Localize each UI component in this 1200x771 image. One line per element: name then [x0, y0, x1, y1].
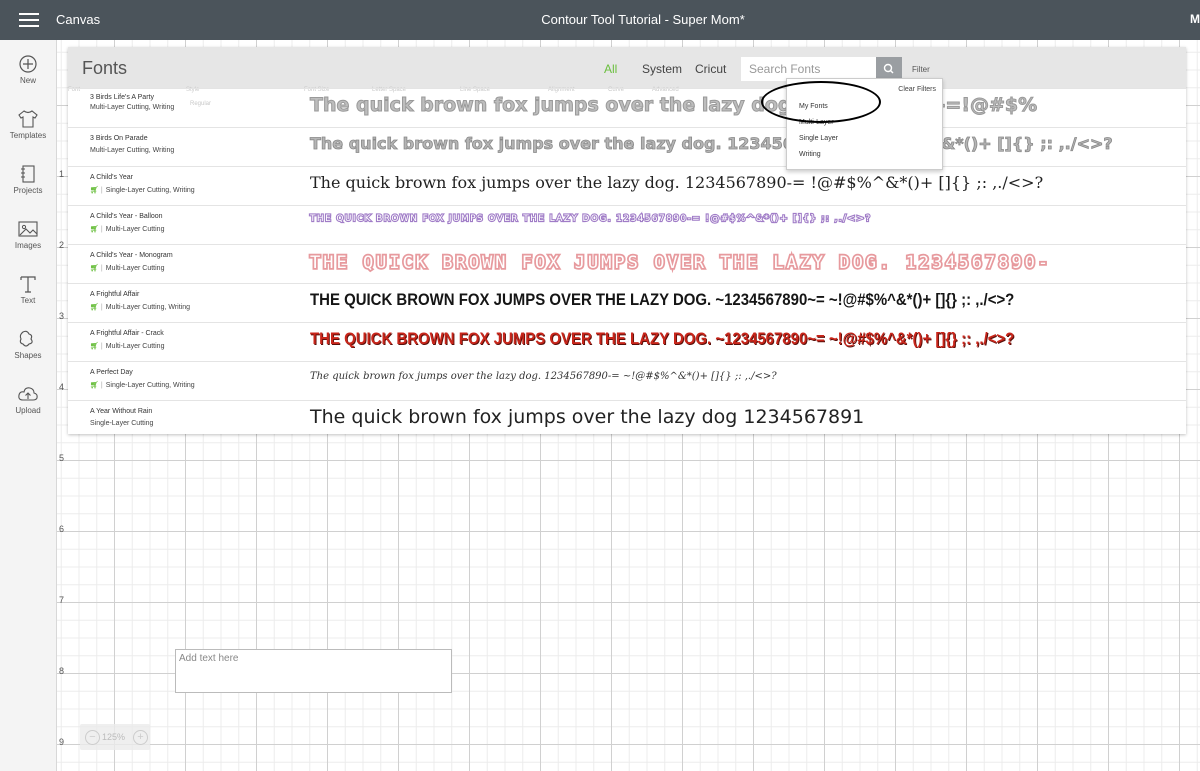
font-type: 🛒︎ | Multi-Layer Cutting: [90, 265, 165, 272]
font-name: A Perfect Day: [90, 369, 133, 376]
sidebar-item-templates[interactable]: Templates: [0, 109, 56, 140]
ruler-number: 9: [59, 737, 65, 747]
tab-system[interactable]: System: [642, 62, 682, 76]
filter-button[interactable]: Filter: [912, 65, 930, 74]
font-type: 🛒︎ | Multi-Layer Cutting, Writing: [90, 304, 191, 311]
sidebar-item-text[interactable]: Text: [0, 274, 56, 305]
user-menu[interactable]: M: [1190, 12, 1200, 26]
cloud-upload-icon: [18, 387, 38, 401]
cart-icon: 🛒︎: [90, 343, 99, 350]
sidebar-item-label: Templates: [9, 131, 47, 140]
font-sample: THE QUICK BROWN FOX JUMPS OVER THE LAZY …: [309, 213, 872, 225]
font-name: 3 Birds On Parade: [90, 135, 148, 142]
font-sample: The quick brown fox jumps over the lazy …: [310, 134, 1113, 154]
sidebar-item-images[interactable]: Images: [0, 219, 56, 250]
font-name: A Frightful Affair - Crack: [90, 330, 164, 337]
font-type: 🛒︎ | Multi-Layer Cutting: [90, 343, 165, 350]
font-type: Single-Layer Cutting: [90, 420, 154, 427]
cart-icon: 🛒︎: [90, 304, 99, 311]
sidebar-item-label: Text: [20, 296, 36, 305]
cart-icon: 🛒︎: [90, 382, 99, 389]
font-name: A Child's Year - Monogram: [90, 252, 173, 259]
font-row[interactable]: A Frightful Affair - Crack 🛒︎ | Multi-Laye…: [68, 322, 1186, 362]
cart-icon: 🛒︎: [90, 265, 99, 272]
font-type: 🛒︎ | Single-Layer Cutting, Writing: [90, 187, 195, 194]
font-sample: The quick brown fox jumps over the lazy …: [310, 371, 777, 382]
sidebar-item-upload[interactable]: Upload: [0, 384, 56, 415]
cart-icon: 🛒︎: [90, 187, 99, 194]
font-row[interactable]: A Child's Year - Monogram 🛒︎ | Multi-Layer…: [68, 244, 1186, 284]
font-type: 🛒︎ | Single-Layer Cutting, Writing: [90, 382, 195, 389]
add-text-box[interactable]: Add text here: [175, 649, 452, 693]
font-type: 🛒︎ | Multi-Layer Cutting: [90, 226, 165, 233]
filter-option-writing[interactable]: Writing: [799, 151, 821, 158]
tab-all[interactable]: All: [604, 62, 617, 76]
fonts-panel-title: Fonts: [82, 58, 128, 78]
zoom-out-icon[interactable]: −: [85, 730, 100, 745]
font-sample: THE QUICK BROWN FOX JUMPS OVER THE LAZY …: [310, 329, 1015, 348]
image-icon: [18, 221, 38, 237]
sidebar-item-projects[interactable]: Projects: [0, 164, 56, 195]
ruler-number: 7: [59, 595, 65, 605]
zoom-in-icon[interactable]: +: [133, 730, 148, 745]
plus-icon: [19, 55, 37, 73]
font-sample: The quick brown fox jumps over the lazy …: [310, 406, 865, 428]
font-type: Multi-Layer Cutting, Writing: [90, 147, 175, 154]
highlight-annotation: [761, 81, 881, 123]
sidebar-item-label: Shapes: [14, 351, 42, 360]
font-name: 3 Birds Life's A Party: [90, 94, 154, 101]
ruler-number: 3: [59, 311, 65, 321]
font-row[interactable]: A Frightful Affair 🛒︎ | Multi-Layer Cuttin…: [68, 283, 1186, 323]
zoom-level: 125%: [102, 732, 126, 742]
clear-filters-link[interactable]: Clear Filters: [898, 86, 936, 93]
sidebar-item-new[interactable]: New: [0, 54, 56, 85]
sidebar-item-label: Upload: [15, 406, 41, 415]
notebook-icon: [21, 165, 35, 183]
ruler-number: 5: [59, 453, 65, 463]
font-row[interactable]: 3 Birds On Parade Multi-Layer Cutting, W…: [68, 127, 1186, 167]
font-type: Multi-Layer Cutting, Writing: [90, 104, 175, 111]
left-sidebar: New Templates Projects Images Text Shape…: [0, 40, 57, 771]
font-row[interactable]: A Perfect Day 🛒︎ | Single-Layer Cutting, W…: [68, 361, 1186, 401]
font-row[interactable]: 3 Birds Life's A Party Multi-Layer Cutti…: [68, 88, 1186, 128]
font-sample: The quick brown fox jumps over the lazy …: [310, 173, 1044, 192]
ruler-number: 6: [59, 524, 65, 534]
font-row[interactable]: A Year Without Rain Single-Layer Cutting…: [68, 400, 1186, 440]
font-row[interactable]: A Child's Year - Balloon 🛒︎ | Multi-Layer …: [68, 205, 1186, 245]
filter-option-single-layer[interactable]: Single Layer: [799, 135, 838, 142]
text-icon: [20, 276, 36, 293]
tab-cricut[interactable]: Cricut: [695, 62, 726, 76]
font-sample: THE QUICK BROWN FOX JUMPS OVER THE LAZY …: [310, 290, 1015, 309]
document-title: Contour Tool Tutorial - Super Mom*: [541, 12, 745, 27]
ruler-number: 2: [59, 240, 65, 250]
sidebar-item-label: New: [19, 76, 36, 85]
shirt-icon: [18, 110, 38, 128]
ruler-number: 1: [59, 169, 65, 179]
ruler-number: 8: [59, 666, 65, 676]
font-name: A Child's Year - Balloon: [90, 213, 163, 220]
ruler-number: 4: [59, 382, 65, 392]
font-name: A Child's Year: [90, 174, 133, 181]
fonts-panel: Fonts All System Cricut Filter Font Styl…: [68, 47, 1186, 434]
sidebar-item-shapes[interactable]: Shapes: [0, 329, 56, 360]
fonts-panel-header: Fonts All System Cricut Filter: [68, 47, 1186, 88]
top-bar: Canvas Contour Tool Tutorial - Super Mom…: [0, 0, 1200, 40]
font-row[interactable]: A Child's Year 🛒︎ | Single-Layer Cutting, …: [68, 166, 1186, 206]
font-name: A Frightful Affair: [90, 291, 140, 298]
cart-icon: 🛒︎: [90, 226, 99, 233]
font-sample: THE QUICK BROWN FOX JUMPS OVER THE LAZY …: [308, 251, 1052, 275]
sidebar-item-label: Images: [14, 241, 42, 250]
shapes-icon: [19, 330, 33, 347]
zoom-control: − 125% +: [80, 724, 150, 750]
sidebar-item-label: Projects: [13, 186, 43, 195]
font-name: A Year Without Rain: [90, 408, 153, 415]
